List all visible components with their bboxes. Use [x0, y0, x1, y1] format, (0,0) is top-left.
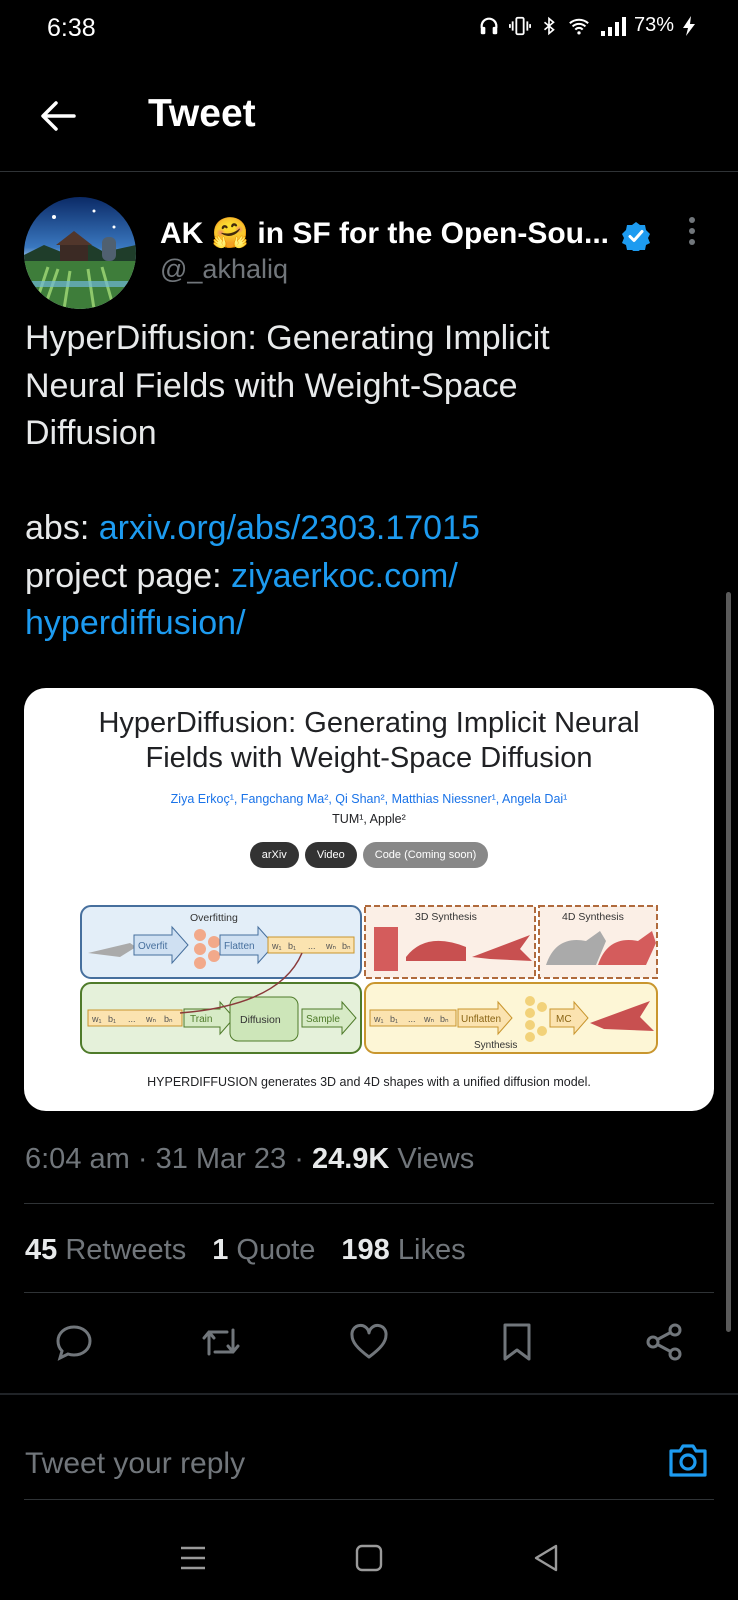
project-label: project page:	[25, 556, 232, 595]
bluetooth-icon	[543, 16, 555, 35]
tweet-text-line: Neural Fields with Weight-Space	[25, 366, 518, 405]
diagram-4d-synthesis: 4D Synthesis	[562, 911, 624, 923]
share-icon	[646, 1323, 682, 1361]
figure-caption: HYPERDIFFUSION generates 3D and 4D shape…	[147, 1075, 591, 1089]
figure-code-pill: Code (Coming soon)	[362, 842, 489, 868]
svg-text:b₁: b₁	[288, 941, 296, 951]
svg-text:bₙ: bₙ	[342, 941, 351, 951]
bookmark-button[interactable]	[495, 1320, 539, 1364]
svg-text:...: ...	[408, 1014, 416, 1024]
tweet-text-line: Diffusion	[25, 414, 157, 452]
svg-text:wₙ: wₙ	[145, 1014, 156, 1024]
svg-text:...: ...	[128, 1014, 136, 1024]
diagram-unflatten: Unflatten	[461, 1014, 501, 1025]
signal-icon	[600, 16, 626, 36]
status-time: 6:38	[47, 14, 96, 42]
wifi-icon	[569, 18, 589, 35]
diagram-mc: MC	[556, 1014, 572, 1025]
svg-text:w₁: w₁	[373, 1014, 384, 1024]
actions-divider	[0, 1393, 738, 1395]
meta-divider	[24, 1203, 714, 1204]
author-name[interactable]: AK 🤗 in SF for the Open-Sou...	[160, 216, 609, 251]
diagram-synthesis: Synthesis	[474, 1040, 517, 1051]
bookmark-icon	[503, 1323, 531, 1361]
svg-text:bₙ: bₙ	[164, 1014, 173, 1024]
retweets-stat[interactable]: 45 Retweets	[25, 1234, 186, 1267]
avatar[interactable]	[24, 197, 136, 309]
header-divider	[0, 171, 738, 172]
tweet-text: HyperDiffusion: Generating Implicit Neur…	[25, 315, 705, 648]
reply-input[interactable]	[25, 1444, 625, 1484]
verified-badge-icon	[621, 221, 651, 253]
battery-percent: 73%	[633, 14, 674, 36]
vibrate-icon	[508, 16, 531, 35]
scrollbar[interactable]	[726, 592, 731, 1332]
figure-affiliations: TUM¹, Apple²	[332, 812, 406, 826]
svg-text:...: ...	[308, 941, 316, 951]
reply-button[interactable]	[52, 1320, 96, 1364]
camera-button[interactable]	[667, 1439, 709, 1481]
svg-text:b₁: b₁	[390, 1014, 398, 1024]
diagram-flatten: Flatten	[224, 941, 255, 952]
views-label: Views	[397, 1143, 475, 1175]
quotes-stat[interactable]: 1 Quote	[212, 1234, 315, 1267]
recent-apps-button[interactable]	[175, 1540, 211, 1576]
diagram-3d-synthesis: 3D Synthesis	[415, 911, 477, 923]
project-link[interactable]: ziyaerkoc.com/	[231, 557, 458, 595]
tweet-date: 31 Mar 23	[155, 1143, 287, 1175]
project-link-continued[interactable]: hyperdiffusion/	[25, 604, 246, 642]
tweet-stats: 45 Retweets 1 Quote 198 Likes	[25, 1234, 466, 1267]
headphones-icon	[480, 17, 498, 34]
home-square-icon	[355, 1544, 383, 1572]
diagram-train: Train	[190, 1014, 212, 1025]
heart-icon	[350, 1324, 388, 1359]
diagram-sample: Sample	[306, 1014, 340, 1025]
like-button[interactable]	[347, 1320, 391, 1364]
figure-video-pill: Video	[304, 842, 357, 868]
arrow-left-icon	[41, 101, 76, 131]
svg-text:w₁: w₁	[91, 1014, 102, 1024]
abs-label: abs:	[25, 509, 99, 547]
reply-icon	[56, 1325, 92, 1361]
abs-link[interactable]: arxiv.org/abs/2303.17015	[99, 509, 480, 547]
charging-icon	[683, 15, 695, 36]
back-button[interactable]	[38, 96, 78, 136]
diagram-diffusion: Diffusion	[240, 1014, 281, 1026]
menu-icon	[181, 1546, 205, 1570]
retweet-icon	[202, 1328, 240, 1356]
tweet-media-image[interactable]: HyperDiffusion: Generating Implicit Neur…	[24, 688, 714, 1111]
retweet-button[interactable]	[199, 1320, 243, 1364]
more-vertical-icon	[689, 217, 695, 245]
svg-text:wₙ: wₙ	[325, 941, 336, 951]
status-icons: 73%	[478, 14, 696, 37]
camera-icon	[669, 1444, 707, 1477]
svg-text:bₙ: bₙ	[440, 1014, 449, 1024]
svg-text:b₁: b₁	[108, 1014, 116, 1024]
figure-title: HyperDiffusion: Generating Implicit Neur…	[98, 707, 640, 774]
page-title: Tweet	[148, 92, 256, 135]
more-options-button[interactable]	[686, 216, 698, 246]
tweet-time: 6:04 am	[25, 1143, 130, 1175]
system-back-button[interactable]	[528, 1540, 564, 1576]
svg-text:wₙ: wₙ	[423, 1014, 434, 1024]
author-handle[interactable]: @_akhaliq	[160, 254, 288, 285]
svg-text:w₁: w₁	[271, 941, 282, 951]
tweet-text-line: HyperDiffusion: Generating Implicit	[25, 319, 550, 357]
views-count: 24.9K	[311, 1143, 390, 1175]
likes-stat[interactable]: 198 Likes	[341, 1234, 465, 1267]
figure-diagram: Overfitting Overfit Flatten w₁ b₁ ... wₙ…	[80, 905, 658, 1054]
figure-arxiv-pill: arXiv	[249, 842, 299, 868]
triangle-back-icon	[534, 1544, 558, 1572]
home-button[interactable]	[351, 1540, 387, 1576]
reply-divider	[24, 1499, 714, 1500]
share-button[interactable]	[642, 1320, 686, 1364]
figure-buttons: arXiv Video Code (Coming soon)	[24, 842, 714, 868]
diagram-overfitting: Overfitting	[190, 912, 238, 924]
stats-divider	[24, 1292, 714, 1293]
tweet-meta: 6:04 am · 31 Mar 23 · 24.9K Views	[25, 1143, 475, 1175]
diagram-overfit: Overfit	[138, 941, 168, 952]
figure-authors: Ziya Erkoç¹, Fangchang Ma², Qi Shan², Ma…	[170, 792, 568, 806]
